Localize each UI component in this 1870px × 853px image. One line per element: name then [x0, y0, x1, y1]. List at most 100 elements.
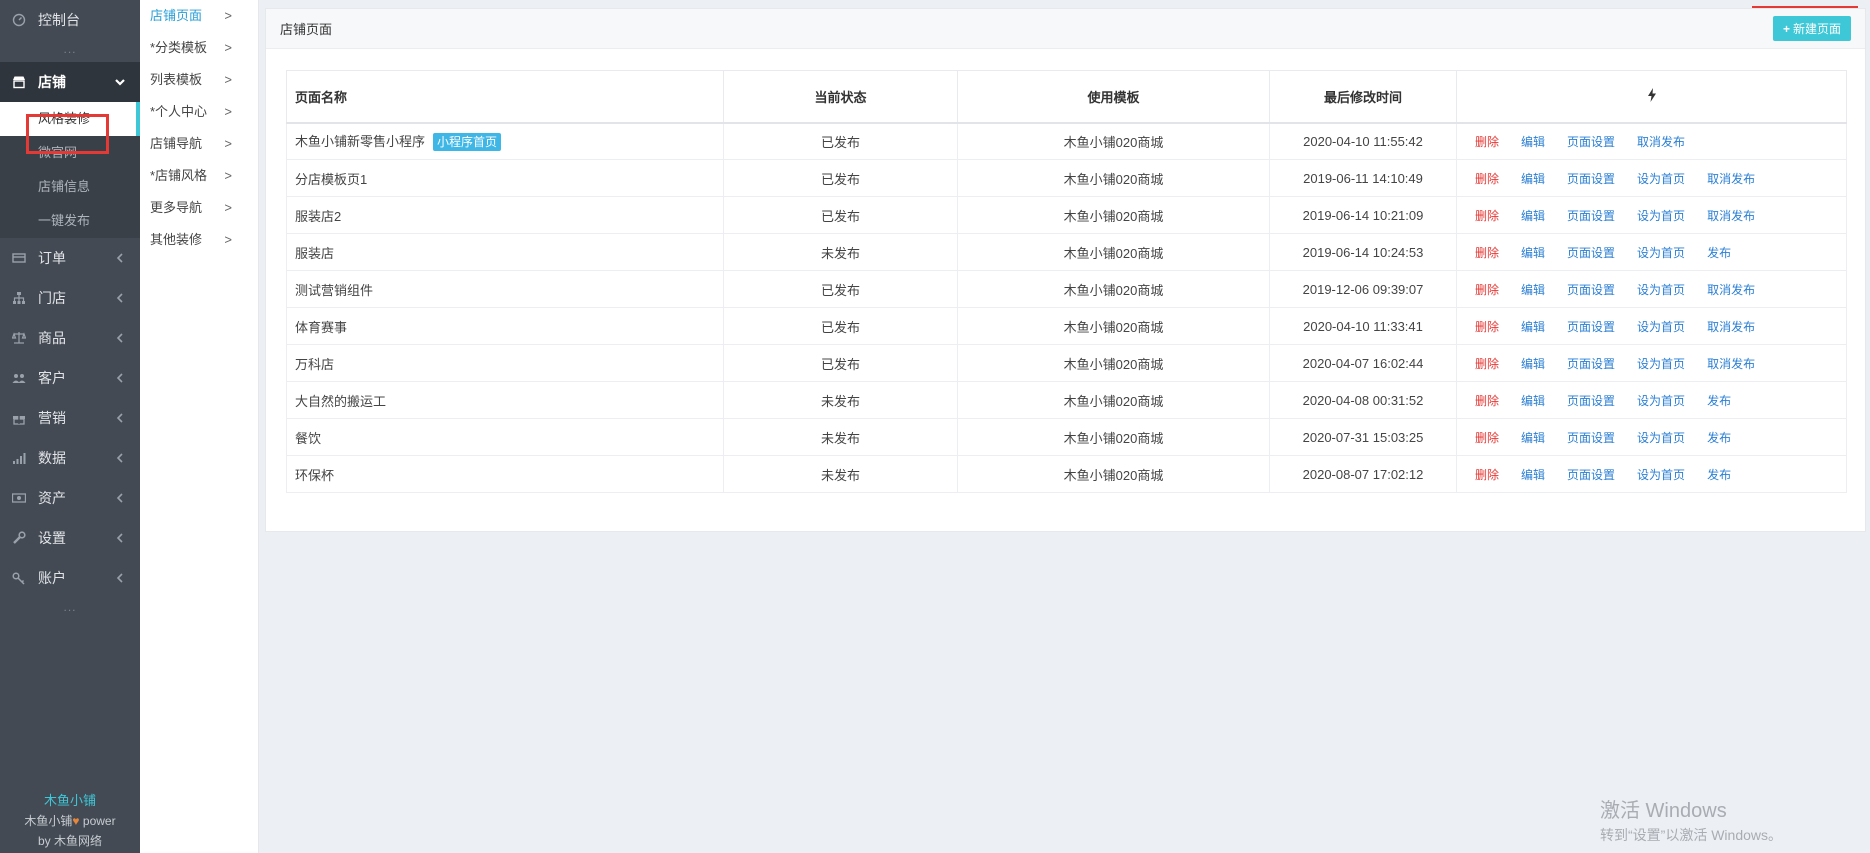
cell-template: 木鱼小铺020商城	[957, 233, 1270, 271]
new-page-button[interactable]: + 新建页面	[1772, 16, 1851, 41]
cell-status: 未发布	[723, 233, 958, 271]
footer-brand-text: 木鱼小铺	[24, 814, 73, 828]
set-home-link[interactable]: 设为首页	[1637, 392, 1685, 409]
cell-actions: 删除 编辑 页面设置 设为首页 发布	[1456, 418, 1847, 456]
delete-link[interactable]: 删除	[1475, 392, 1499, 409]
delete-link[interactable]: 删除	[1475, 281, 1499, 298]
cell-template: 木鱼小铺020商城	[957, 344, 1270, 382]
submenu-store-info[interactable]: 店铺信息	[0, 170, 140, 204]
page-settings-link[interactable]: 页面设置	[1567, 244, 1615, 261]
delete-link[interactable]: 删除	[1475, 429, 1499, 446]
page-settings-link[interactable]: 页面设置	[1567, 207, 1615, 224]
page-settings-link[interactable]: 页面设置	[1567, 392, 1615, 409]
page-settings-link[interactable]: 页面设置	[1567, 170, 1615, 187]
menu2-personal-center[interactable]: *个人中心 >	[140, 96, 258, 128]
set-home-link[interactable]: 设为首页	[1637, 429, 1685, 446]
delete-link[interactable]: 删除	[1475, 318, 1499, 335]
publish-link[interactable]: 发布	[1707, 429, 1731, 446]
edit-link[interactable]: 编辑	[1521, 355, 1545, 372]
delete-link[interactable]: 删除	[1475, 244, 1499, 261]
submenu-one-click-publish[interactable]: 一键发布	[0, 204, 140, 238]
menu2-store-style[interactable]: *店铺风格 >	[140, 160, 258, 192]
delete-link[interactable]: 删除	[1475, 133, 1499, 150]
set-home-link[interactable]: 设为首页	[1637, 466, 1685, 483]
sidebar-item-assets[interactable]: 资产	[0, 478, 140, 518]
page-name: 分店模板页1	[295, 171, 368, 187]
publish-link[interactable]: 发布	[1707, 244, 1731, 261]
edit-link[interactable]: 编辑	[1521, 466, 1545, 483]
set-home-link[interactable]: 设为首页	[1637, 281, 1685, 298]
delete-link[interactable]: 删除	[1475, 466, 1499, 483]
cell-status: 已发布	[723, 159, 958, 197]
column-header-status: 当前状态	[723, 70, 958, 124]
menu2-label: 更多导航	[150, 200, 203, 215]
set-home-link[interactable]: 设为首页	[1637, 355, 1685, 372]
menu2-label: *店铺风格	[150, 168, 208, 183]
sidebar-item-marketing[interactable]: 营销	[0, 398, 140, 438]
cell-actions: 删除 编辑 页面设置 设为首页 发布	[1456, 381, 1847, 419]
heart-icon: ♥	[72, 814, 80, 828]
unpublish-link[interactable]: 取消发布	[1707, 207, 1755, 224]
panel-header: 店铺页面 + 新建页面	[266, 9, 1865, 49]
unpublish-link[interactable]: 取消发布	[1707, 281, 1755, 298]
edit-link[interactable]: 编辑	[1521, 244, 1545, 261]
page-name: 大自然的搬运工	[295, 393, 387, 409]
sidebar-item-data[interactable]: 数据	[0, 438, 140, 478]
table-row: 大自然的搬运工 未发布 木鱼小铺020商城 2020-04-08 00:31:52 删除…	[286, 381, 1847, 419]
edit-link[interactable]: 编辑	[1521, 207, 1545, 224]
menu2-more-navigation[interactable]: 更多导航 >	[140, 192, 258, 224]
menu2-other-decoration[interactable]: 其他装修 >	[140, 224, 258, 256]
unpublish-link[interactable]: 取消发布	[1707, 355, 1755, 372]
menu2-store-pages[interactable]: 店铺页面 >	[140, 0, 258, 32]
page-settings-link[interactable]: 页面设置	[1567, 429, 1615, 446]
sidebar-item-account[interactable]: 账户	[0, 558, 140, 598]
edit-link[interactable]: 编辑	[1521, 318, 1545, 335]
cell-status: 未发布	[723, 455, 958, 493]
unpublish-link[interactable]: 取消发布	[1637, 133, 1685, 150]
page-settings-link[interactable]: 页面设置	[1567, 133, 1615, 150]
sidebar-item-branches[interactable]: 门店	[0, 278, 140, 318]
delete-link[interactable]: 删除	[1475, 207, 1499, 224]
chevron-right-icon: >	[224, 136, 232, 151]
set-home-link[interactable]: 设为首页	[1637, 170, 1685, 187]
cell-actions: 删除 编辑 页面设置 设为首页 发布	[1456, 233, 1847, 271]
cell-page-name: 木鱼小铺新零售小程序 小程序首页	[286, 122, 724, 160]
delete-link[interactable]: 删除	[1475, 170, 1499, 187]
menu2-category-template[interactable]: *分类模板 >	[140, 32, 258, 64]
publish-link[interactable]: 发布	[1707, 392, 1731, 409]
cell-actions: 删除 编辑 页面设置 设为首页 发布	[1456, 455, 1847, 493]
menu2-list-template[interactable]: 列表模板 >	[140, 64, 258, 96]
edit-link[interactable]: 编辑	[1521, 170, 1545, 187]
sidebar-item-products[interactable]: 商品	[0, 318, 140, 358]
sidebar-item-customers[interactable]: 客户	[0, 358, 140, 398]
edit-link[interactable]: 编辑	[1521, 133, 1545, 150]
cell-template: 木鱼小铺020商城	[957, 418, 1270, 456]
set-home-link[interactable]: 设为首页	[1637, 318, 1685, 335]
page-settings-link[interactable]: 页面设置	[1567, 466, 1615, 483]
page-name: 木鱼小铺新零售小程序	[295, 134, 426, 150]
chevron-left-icon	[114, 411, 126, 427]
chevron-left-icon	[114, 491, 126, 507]
menu2-store-navigation[interactable]: 店铺导航 >	[140, 128, 258, 160]
unpublish-link[interactable]: 取消发布	[1707, 318, 1755, 335]
page-settings-link[interactable]: 页面设置	[1567, 355, 1615, 372]
sidebar-item-dashboard[interactable]: 控制台	[0, 0, 140, 40]
edit-link[interactable]: 编辑	[1521, 392, 1545, 409]
menu2-label: 店铺页面	[150, 8, 203, 23]
key-icon	[12, 571, 26, 585]
set-home-link[interactable]: 设为首页	[1637, 244, 1685, 261]
edit-link[interactable]: 编辑	[1521, 281, 1545, 298]
sidebar-item-orders[interactable]: 订单	[0, 238, 140, 278]
footer-brand[interactable]: 木鱼小铺	[0, 791, 140, 811]
edit-link[interactable]: 编辑	[1521, 429, 1545, 446]
publish-link[interactable]: 发布	[1707, 466, 1731, 483]
unpublish-link[interactable]: 取消发布	[1707, 170, 1755, 187]
column-header-template: 使用模板	[957, 70, 1270, 124]
page-settings-link[interactable]: 页面设置	[1567, 281, 1615, 298]
delete-link[interactable]: 删除	[1475, 355, 1499, 372]
column-header-actions	[1456, 70, 1847, 124]
sidebar-item-settings[interactable]: 设置	[0, 518, 140, 558]
sidebar-item-store[interactable]: 店铺	[0, 62, 140, 102]
set-home-link[interactable]: 设为首页	[1637, 207, 1685, 224]
page-settings-link[interactable]: 页面设置	[1567, 318, 1615, 335]
